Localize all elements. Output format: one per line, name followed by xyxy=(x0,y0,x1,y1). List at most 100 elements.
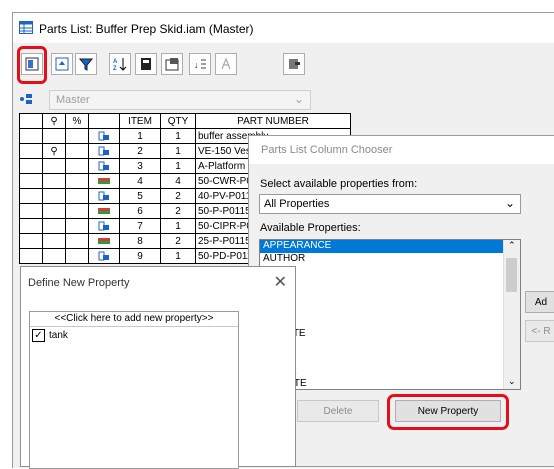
bom-structure-header xyxy=(88,113,120,129)
parts-list-icon xyxy=(19,21,33,37)
override-cell xyxy=(65,218,89,234)
delete-button[interactable]: Delete xyxy=(297,400,379,422)
override-cell xyxy=(65,248,89,264)
scroll-thumb[interactable] xyxy=(506,258,517,292)
property-list-item[interactable]: ENTER xyxy=(260,365,520,378)
select-properties-label: Select available properties from: xyxy=(260,178,418,190)
item-cell[interactable]: 5 xyxy=(119,188,161,204)
property-list-item[interactable]: ED BY xyxy=(260,315,520,328)
part-list-settings-button[interactable] xyxy=(283,53,305,75)
bom-structure-icon xyxy=(88,188,120,204)
qty-cell[interactable]: 2 xyxy=(160,203,196,219)
close-icon[interactable]: ✕ xyxy=(274,272,287,292)
item-cell[interactable]: 3 xyxy=(119,158,161,174)
override-cell xyxy=(65,233,89,249)
renumber-button[interactable]: ↓ xyxy=(189,53,211,75)
qty-cell[interactable]: 2 xyxy=(160,188,196,204)
bom-structure-icon xyxy=(88,233,120,249)
level-icon xyxy=(19,93,33,108)
property-list-item[interactable]: ENTS xyxy=(260,340,520,353)
search-cell xyxy=(42,188,66,204)
bom-structure-icon xyxy=(88,158,120,174)
remove-button[interactable]: <- R xyxy=(525,320,554,342)
row-selector[interactable] xyxy=(19,248,43,264)
col-header-item[interactable]: ITEM xyxy=(119,113,161,129)
qty-cell[interactable]: 4 xyxy=(160,173,196,189)
search-cell: ⚲ xyxy=(42,143,66,159)
qty-cell[interactable]: 1 xyxy=(160,248,196,264)
row-selector[interactable] xyxy=(19,143,43,159)
row-selector[interactable] xyxy=(19,203,43,219)
add-button-label: Ad xyxy=(534,296,548,308)
title-bar: Parts List: Buffer Prep Skid.iam (Master… xyxy=(13,13,554,43)
property-list-item[interactable]: NIT xyxy=(260,290,520,303)
new-property-item[interactable]: ✓ tank xyxy=(30,327,238,343)
list-scrollbar[interactable]: ⌃ ⌄ xyxy=(503,240,520,389)
item-cell[interactable]: 7 xyxy=(119,218,161,234)
delete-button-label: Delete xyxy=(323,405,353,417)
item-cell[interactable]: 1 xyxy=(119,128,161,144)
qty-cell[interactable]: 1 xyxy=(160,218,196,234)
property-list-item[interactable]: AUTHOR xyxy=(260,253,520,266)
property-list-item[interactable]: RITY xyxy=(260,265,520,278)
property-list-item[interactable]: ORY xyxy=(260,303,520,316)
row-selector[interactable] xyxy=(19,128,43,144)
item-cell[interactable]: 9 xyxy=(119,248,161,264)
property-list: <<Click here to add new property>> ✓ tank xyxy=(29,311,239,469)
item-cell[interactable]: 8 xyxy=(119,233,161,249)
define-title: Define New Property xyxy=(28,277,130,289)
member-selection-button xyxy=(215,53,237,75)
row-selector[interactable] xyxy=(19,173,43,189)
properties-source-value: All Properties xyxy=(264,198,330,210)
search-cell xyxy=(42,158,66,174)
override-cell xyxy=(65,143,89,159)
export-button[interactable] xyxy=(135,53,157,75)
scroll-down-icon[interactable]: ⌄ xyxy=(508,376,516,387)
define-new-property-dialog: Define New Property ✕ <<Click here to ad… xyxy=(20,266,296,469)
property-list-item[interactable]: ON DATE xyxy=(260,378,520,390)
add-button[interactable]: Ad xyxy=(525,291,554,313)
column-chooser-titlebar: Parts List Column Chooser xyxy=(249,136,554,164)
property-list-item[interactable]: APPEARANCE xyxy=(260,240,520,253)
scroll-up-icon[interactable]: ⌃ xyxy=(508,240,516,251)
row-selector[interactable] xyxy=(19,158,43,174)
group-settings-button[interactable] xyxy=(51,53,73,75)
percent-icon: % xyxy=(65,113,89,129)
search-cell xyxy=(42,248,66,264)
table-wrapping-button[interactable] xyxy=(161,53,183,75)
qty-cell[interactable]: 1 xyxy=(160,158,196,174)
filter-button[interactable] xyxy=(75,53,97,75)
new-property-label: tank xyxy=(49,329,68,341)
override-cell xyxy=(65,203,89,219)
qty-cell[interactable]: 1 xyxy=(160,128,196,144)
override-cell xyxy=(65,188,89,204)
remove-button-label: <- R xyxy=(531,325,551,337)
sort-button[interactable]: AZ xyxy=(109,53,131,75)
property-list-item[interactable]: NY xyxy=(260,353,520,366)
row-selector[interactable] xyxy=(19,218,43,234)
checkbox[interactable]: ✓ xyxy=(32,328,45,342)
add-new-property-row[interactable]: <<Click here to add new property>> xyxy=(30,312,238,327)
item-cell[interactable]: 2 xyxy=(119,143,161,159)
property-list-item[interactable]: ED DATE xyxy=(260,328,520,341)
col-header-qty[interactable]: QTY xyxy=(160,113,196,129)
col-header-part-number[interactable]: PART NUMBER xyxy=(195,113,351,129)
search-cell xyxy=(42,233,66,249)
item-cell[interactable]: 6 xyxy=(119,203,161,219)
search-cell xyxy=(42,218,66,234)
available-properties-list[interactable]: APPEARANCEAUTHORRITYTYNITORYED BYED DATE… xyxy=(259,239,521,390)
row-selector[interactable] xyxy=(19,233,43,249)
bom-structure-icon xyxy=(88,143,120,159)
window-title: Parts List: Buffer Prep Skid.iam (Master… xyxy=(39,22,254,36)
qty-cell[interactable]: 2 xyxy=(160,233,196,249)
row-selector[interactable] xyxy=(19,188,43,204)
bom-structure-icon xyxy=(88,218,120,234)
chevron-down-icon: ⌄ xyxy=(504,196,515,210)
qty-cell[interactable]: 1 xyxy=(160,143,196,159)
available-properties-label: Available Properties: xyxy=(260,222,361,234)
item-cell[interactable]: 4 xyxy=(119,173,161,189)
level-combo[interactable]: Master ⌄ xyxy=(49,90,311,110)
row-header-corner xyxy=(19,113,43,129)
properties-source-select[interactable]: All Properties ⌄ xyxy=(259,194,521,214)
property-list-item[interactable]: TY xyxy=(260,278,520,291)
